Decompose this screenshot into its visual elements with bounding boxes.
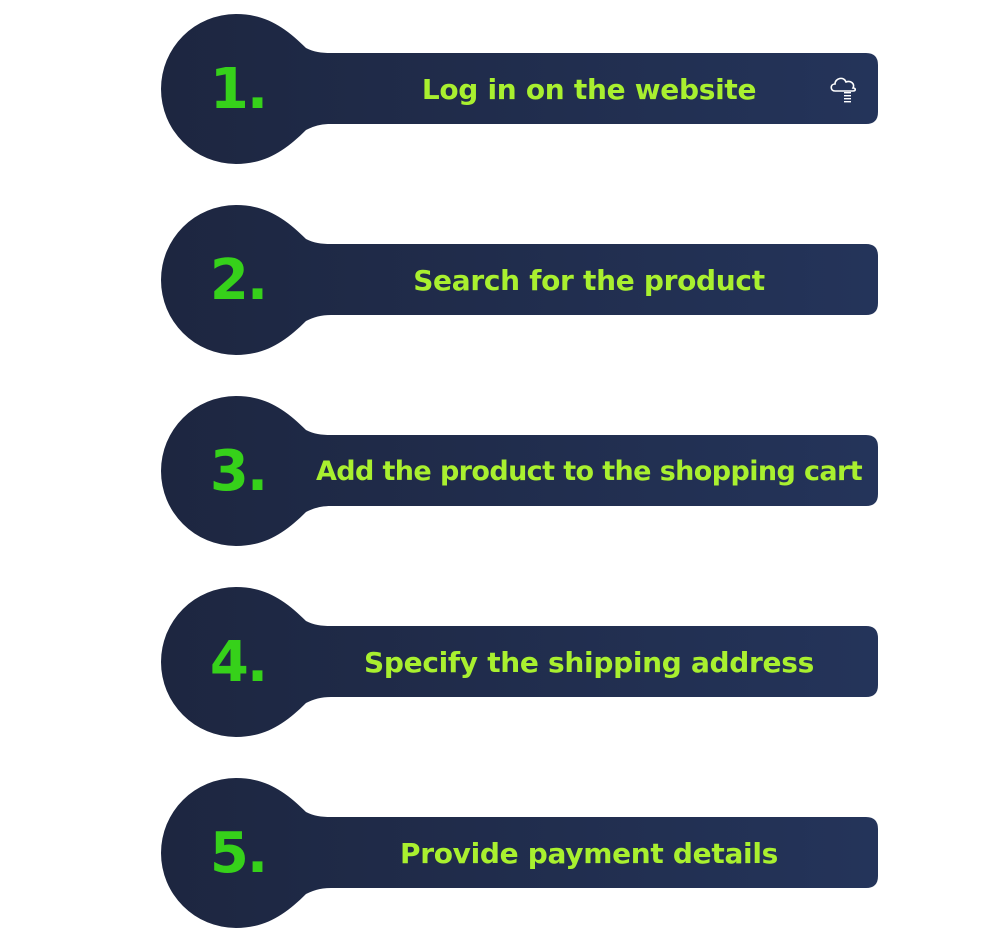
step-label: Log in on the website xyxy=(421,72,757,106)
step-number: 4. xyxy=(209,629,268,695)
step-number: 2. xyxy=(209,247,268,313)
cloud-icon xyxy=(830,77,857,103)
step-label: Provide payment details xyxy=(399,836,779,870)
step-number: 5. xyxy=(209,820,268,886)
step-label: Specify the shipping address xyxy=(364,645,814,679)
step-number: 1. xyxy=(209,56,268,122)
step-label: Search for the product xyxy=(413,263,765,297)
step-number: 3. xyxy=(209,438,268,504)
step-3: 3. Add the product to the shopping cart xyxy=(161,396,878,546)
step-5: 5. Provide payment details xyxy=(161,778,878,928)
step-2: 2. Search for the product xyxy=(161,205,878,355)
process-steps: 1. Log in on the website 2. Search for t… xyxy=(0,0,987,939)
step-4: 4. Specify the shipping address xyxy=(161,587,878,737)
step-1: 1. Log in on the website xyxy=(161,14,878,164)
step-label: Add the product to the shopping cart xyxy=(315,455,863,487)
